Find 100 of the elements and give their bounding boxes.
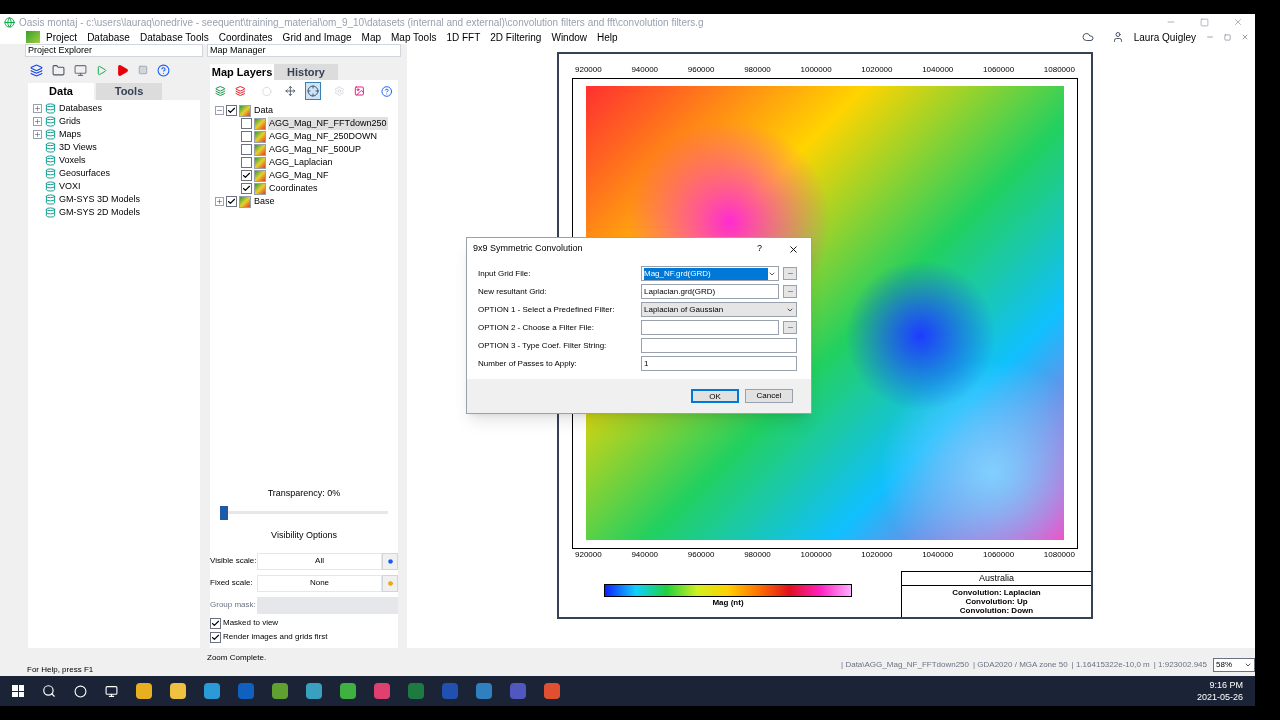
checkbox[interactable]: [241, 118, 252, 129]
scale-field[interactable]: All: [257, 552, 382, 570]
checkbox[interactable]: [241, 131, 252, 142]
app-icon[interactable]: [170, 683, 186, 699]
input-field[interactable]: Laplacian of Gaussian: [641, 302, 797, 317]
app-icon[interactable]: [238, 683, 254, 699]
app-icon[interactable]: [544, 683, 560, 699]
tab[interactable]: Data: [28, 83, 94, 100]
expand-toggle[interactable]: [215, 106, 224, 115]
app-icon[interactable]: [408, 683, 424, 699]
tree-item[interactable]: Databases: [59, 101, 103, 116]
tree-item[interactable]: Geosurfaces: [59, 166, 111, 181]
expand-toggle[interactable]: [33, 117, 42, 126]
checkbox-label[interactable]: Masked to view: [223, 617, 279, 629]
app-icon[interactable]: [204, 683, 220, 699]
checkbox[interactable]: [210, 631, 221, 643]
scale-field[interactable]: None: [257, 574, 382, 592]
app-icon[interactable]: [272, 683, 288, 699]
menu-item[interactable]: Database Tools: [139, 29, 209, 45]
checkbox[interactable]: [241, 144, 252, 155]
menu-item[interactable]: Database: [87, 29, 130, 45]
menu-item[interactable]: Window: [551, 29, 587, 45]
cloud-icon[interactable]: [1081, 31, 1094, 43]
checkbox[interactable]: [210, 617, 221, 629]
move-icon[interactable]: [285, 85, 296, 97]
tree-item[interactable]: Grids: [59, 114, 81, 129]
tab[interactable]: History: [274, 64, 338, 80]
expand-toggle[interactable]: [33, 130, 42, 139]
layer-group[interactable]: Data: [253, 103, 274, 118]
tree-item[interactable]: Voxels: [59, 153, 86, 168]
axis-tick-label: 1000000: [800, 548, 832, 561]
user-name[interactable]: Laura Quigley: [1133, 29, 1196, 45]
browse-button[interactable]: [783, 267, 797, 280]
slider-thumb[interactable]: [220, 505, 228, 520]
input-field[interactable]: [641, 338, 797, 353]
dialog-button[interactable]: OK: [691, 389, 739, 403]
menu-item[interactable]: 1D FFT: [446, 29, 481, 45]
checkbox[interactable]: [226, 196, 237, 207]
input-field[interactable]: Mag_NF.grd(GRD): [641, 266, 779, 281]
app-icon[interactable]: [476, 683, 492, 699]
layer-item[interactable]: AGG_Mag_NF: [268, 168, 330, 183]
expand-toggle[interactable]: [33, 104, 42, 113]
menu-item[interactable]: Map: [361, 29, 381, 45]
tree-item[interactable]: GM-SYS 2D Models: [59, 205, 141, 220]
layers-icon[interactable]: [234, 85, 246, 97]
scale-button[interactable]: [382, 552, 398, 570]
checkbox[interactable]: [226, 105, 237, 116]
browse-button[interactable]: [783, 321, 797, 334]
play-icon[interactable]: [96, 64, 107, 76]
layers-icon[interactable]: [215, 85, 226, 97]
menu-item[interactable]: Map Tools: [391, 29, 437, 45]
layer-item[interactable]: AGG_Mag_NF_500UP: [268, 142, 363, 157]
checkbox[interactable]: [241, 157, 252, 168]
layer-item[interactable]: AGG_Mag_NF_FFTdown250: [268, 116, 388, 131]
folder-icon[interactable]: [52, 63, 65, 77]
tree-item[interactable]: GM-SYS 3D Models: [59, 192, 141, 207]
app-icon[interactable]: [510, 683, 526, 699]
menu-item[interactable]: 2D Filtering: [490, 29, 542, 45]
dialog-button[interactable]: Cancel: [745, 389, 793, 403]
menu-item[interactable]: Project: [46, 29, 78, 45]
layer-item[interactable]: AGG_Mag_NF_250DOWN: [268, 129, 379, 144]
tab[interactable]: Tools: [96, 83, 162, 100]
close-icon[interactable]: [788, 243, 799, 255]
input-field[interactable]: Laplacian.grd(GRD): [641, 284, 779, 299]
help-button[interactable]: ?: [757, 242, 762, 256]
app-icon[interactable]: [136, 683, 152, 699]
tree-item[interactable]: VOXI: [59, 179, 81, 194]
restore-icon[interactable]: [1224, 33, 1231, 41]
expand-toggle[interactable]: [215, 197, 224, 206]
layer-item[interactable]: Coordinates: [268, 181, 319, 196]
menu-item[interactable]: Coordinates: [218, 29, 273, 45]
tree-item[interactable]: Maps: [59, 127, 81, 142]
checkbox[interactable]: [241, 170, 252, 181]
play-icon[interactable]: [116, 63, 129, 77]
menu-item[interactable]: Help: [597, 29, 618, 45]
checkbox-label[interactable]: Render images and grids first: [223, 631, 328, 643]
task-view-icon[interactable]: [105, 684, 118, 698]
layer-group[interactable]: Base: [253, 194, 276, 209]
checkbox[interactable]: [241, 183, 252, 194]
help-icon[interactable]: [381, 84, 394, 98]
user-icon[interactable]: [1111, 31, 1124, 43]
crosshair-icon[interactable]: [306, 85, 319, 97]
help-icon[interactable]: [157, 63, 170, 77]
transparency-slider[interactable]: [220, 505, 388, 520]
input-field[interactable]: 1: [641, 356, 797, 371]
zoom-dropdown[interactable]: 58%: [1213, 658, 1255, 672]
image-icon[interactable]: [353, 85, 365, 97]
tab[interactable]: Map Layers: [210, 64, 274, 80]
app-icon[interactable]: [374, 683, 390, 699]
app-icon[interactable]: [340, 683, 356, 699]
layer-item[interactable]: AGG_Laplacian: [268, 155, 334, 170]
input-field[interactable]: [641, 320, 779, 335]
start-icon[interactable]: [12, 685, 24, 697]
menu-item[interactable]: Grid and Image: [282, 29, 352, 45]
layers-icon[interactable]: [30, 63, 43, 77]
search-icon[interactable]: [42, 684, 56, 698]
tree-item[interactable]: 3D Views: [59, 140, 97, 155]
app-icon[interactable]: [306, 683, 322, 699]
monitor-icon[interactable]: [74, 63, 87, 77]
browse-button[interactable]: [783, 285, 797, 298]
